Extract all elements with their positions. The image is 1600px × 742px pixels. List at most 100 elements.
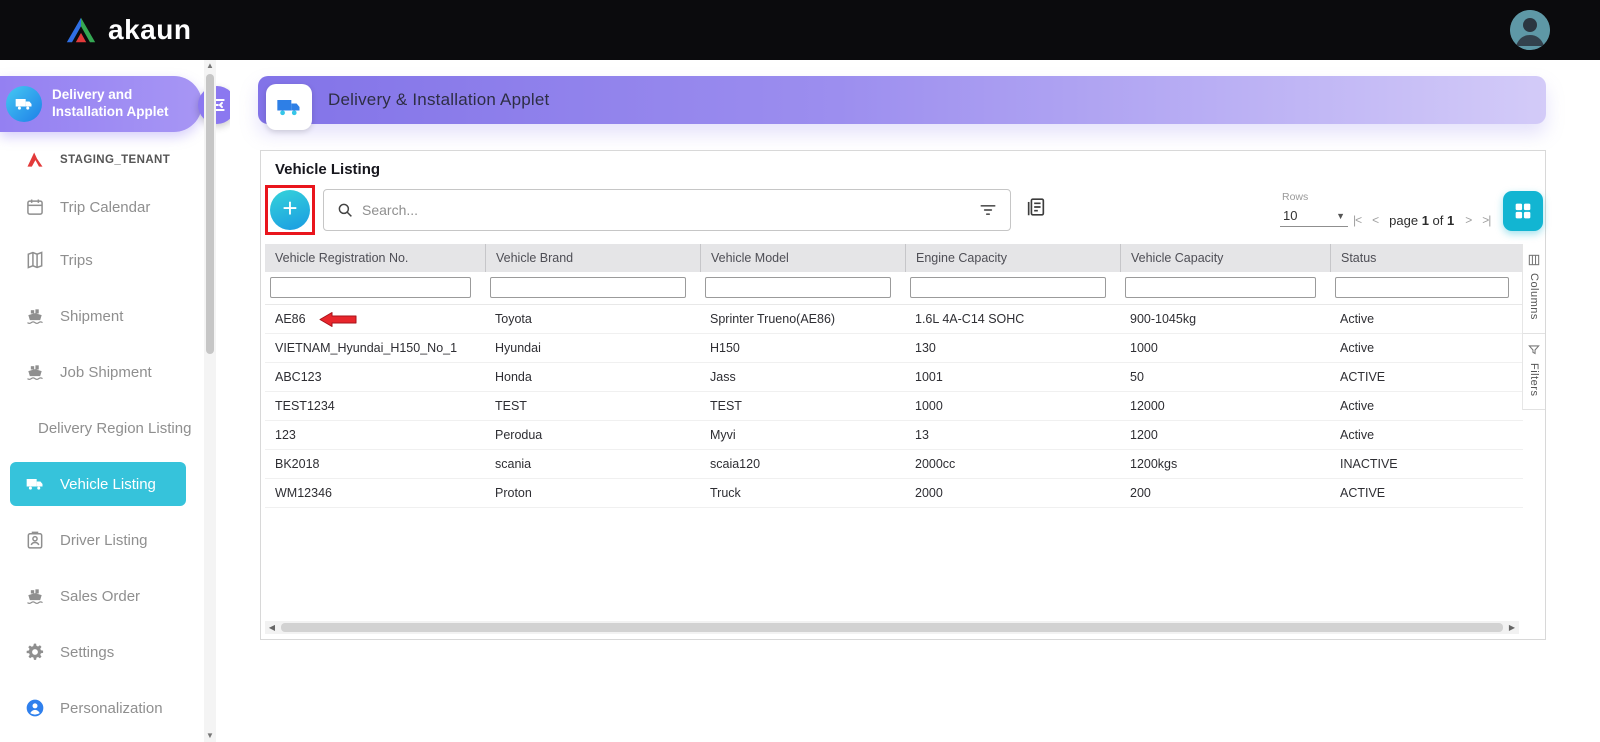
- main-content: Delivery & Installation Applet Vehicle L…: [230, 60, 1600, 742]
- sidebar-item-driver-listing[interactable]: Driver Listing: [0, 512, 204, 568]
- table-cell: AE86: [265, 305, 485, 333]
- filter-cell: [700, 272, 905, 304]
- table-cell: Jass: [700, 363, 905, 391]
- sidebar-nav: STAGING_TENANT Trip Calendar Trips: [0, 138, 204, 736]
- column-filter-input[interactable]: [910, 277, 1106, 298]
- column-header[interactable]: Vehicle Registration No.: [265, 244, 485, 272]
- scrollbar-thumb[interactable]: [206, 74, 214, 354]
- search-input[interactable]: [362, 202, 970, 218]
- table-side-tabs: Columns Filters: [1522, 244, 1545, 410]
- first-page-button[interactable]: |<: [1353, 213, 1361, 227]
- table-row[interactable]: ABC123HondaJass100150ACTIVE: [265, 363, 1523, 392]
- table-filter-row: [265, 272, 1523, 305]
- table-row[interactable]: VIETNAM_Hyundai_H150_No_1HyundaiH1501301…: [265, 334, 1523, 363]
- table-cell: WM12346: [265, 479, 485, 507]
- table-cell: Active: [1330, 305, 1523, 333]
- tenant-icon: [24, 150, 46, 170]
- person-circle-icon: [24, 698, 46, 718]
- sidebar-item-settings[interactable]: Settings: [0, 624, 204, 680]
- sidebar-item-trip-calendar[interactable]: Trip Calendar: [0, 182, 204, 232]
- table-body: AE86ToyotaSprinter Trueno(AE86)1.6L 4A-C…: [265, 305, 1523, 508]
- column-header[interactable]: Vehicle Capacity: [1120, 244, 1330, 272]
- grid-view-button[interactable]: [1503, 191, 1543, 231]
- prev-page-button[interactable]: <: [1372, 213, 1378, 227]
- column-filter-input[interactable]: [1335, 277, 1509, 298]
- sidebar-item-shipment[interactable]: Shipment: [0, 288, 204, 344]
- sidebar-item-label: Job Shipment: [60, 364, 152, 381]
- akaun-logo-icon: [64, 15, 98, 45]
- column-header[interactable]: Vehicle Brand: [485, 244, 700, 272]
- column-filter-input[interactable]: [490, 277, 686, 298]
- table-row[interactable]: BK2018scaniascaia1202000cc1200kgsINACTIV…: [265, 450, 1523, 479]
- sidebar-item-label: Trip Calendar: [60, 199, 150, 216]
- table-cell: H150: [700, 334, 905, 362]
- column-filter-input[interactable]: [1125, 277, 1316, 298]
- filters-tab-label: Filters: [1528, 363, 1540, 396]
- table-cell: scania: [485, 450, 700, 478]
- ship-icon: [24, 362, 46, 382]
- table-cell: 900-1045kg: [1120, 305, 1330, 333]
- sidebar-item-trips[interactable]: Trips: [0, 232, 204, 288]
- filter-lines-icon[interactable]: [978, 200, 998, 220]
- table-row[interactable]: TEST1234TESTTEST100012000Active: [265, 392, 1523, 421]
- sidebar-item-label: Personalization: [60, 700, 163, 717]
- sidebar-item-staging-tenant[interactable]: STAGING_TENANT: [0, 138, 204, 182]
- table-row[interactable]: 123PeroduaMyvi131200Active: [265, 421, 1523, 450]
- sidebar-item-personalization[interactable]: Personalization: [0, 680, 204, 736]
- column-header[interactable]: Status: [1330, 244, 1523, 272]
- calendar-icon: [24, 197, 46, 217]
- table-cell: 50: [1120, 363, 1330, 391]
- topbar: akaun: [0, 0, 1600, 60]
- last-page-button[interactable]: >|: [1482, 213, 1490, 227]
- table-cell: 1.6L 4A-C14 SOHC: [905, 305, 1120, 333]
- sidebar-scrollbar[interactable]: ▲ ▼: [204, 60, 216, 742]
- scrollbar-thumb[interactable]: [281, 623, 1503, 632]
- search-box: [323, 189, 1011, 231]
- applet-header[interactable]: Delivery and Installation Applet: [0, 76, 202, 132]
- sidebar-item-label: Driver Listing: [60, 532, 148, 549]
- next-page-button[interactable]: >: [1465, 213, 1471, 227]
- filters-tab[interactable]: Filters: [1523, 334, 1545, 410]
- table-cell: Active: [1330, 334, 1523, 362]
- sidebar-item-job-shipment[interactable]: Job Shipment: [0, 344, 204, 400]
- table-row[interactable]: AE86ToyotaSprinter Trueno(AE86)1.6L 4A-C…: [265, 305, 1523, 334]
- table-cell: 13: [905, 421, 1120, 449]
- pages-icon[interactable]: [1025, 196, 1047, 218]
- column-header[interactable]: Vehicle Model: [700, 244, 905, 272]
- table-cell: Active: [1330, 421, 1523, 449]
- sidebar-item-label: Shipment: [60, 308, 123, 325]
- sidebar-item-sales-order[interactable]: Sales Order: [0, 568, 204, 624]
- add-vehicle-button[interactable]: +: [270, 190, 310, 230]
- column-filter-input[interactable]: [705, 277, 891, 298]
- table-cell: 130: [905, 334, 1120, 362]
- horizontal-scrollbar[interactable]: ◀ ▶: [265, 621, 1519, 634]
- rows-per-page-select[interactable]: 10 ▼: [1280, 205, 1348, 227]
- table-header: Vehicle Registration No.Vehicle BrandVeh…: [265, 244, 1523, 272]
- scroll-down-icon[interactable]: ▼: [204, 730, 216, 742]
- scroll-up-icon[interactable]: ▲: [204, 60, 216, 72]
- table-cell: Proton: [485, 479, 700, 507]
- applet-banner: Delivery & Installation Applet: [258, 76, 1546, 124]
- scroll-left-icon[interactable]: ◀: [265, 623, 279, 632]
- table-cell: Truck: [700, 479, 905, 507]
- id-badge-icon: [24, 530, 46, 550]
- logo-text: akaun: [108, 14, 191, 46]
- table-cell: 1200kgs: [1120, 450, 1330, 478]
- annotation-red-arrow: [318, 311, 358, 328]
- table-row[interactable]: WM12346ProtonTruck2000200ACTIVE: [265, 479, 1523, 508]
- columns-tab[interactable]: Columns: [1523, 244, 1545, 334]
- table-cell: VIETNAM_Hyundai_H150_No_1: [265, 334, 485, 362]
- chevron-down-icon: ▼: [1336, 211, 1345, 221]
- table-cell: Honda: [485, 363, 700, 391]
- filter-cell: [485, 272, 700, 304]
- column-filter-input[interactable]: [270, 277, 471, 298]
- column-header[interactable]: Engine Capacity: [905, 244, 1120, 272]
- user-avatar[interactable]: [1510, 10, 1550, 50]
- sidebar-item-delivery-region-listing[interactable]: Delivery Region Listing: [0, 400, 204, 456]
- table-cell: 200: [1120, 479, 1330, 507]
- ship-icon: [24, 306, 46, 326]
- table-cell: 2000: [905, 479, 1120, 507]
- pagination: |< < page 1 of 1 > >|: [1353, 211, 1490, 229]
- sidebar-item-vehicle-listing[interactable]: Vehicle Listing: [10, 462, 186, 506]
- scroll-right-icon[interactable]: ▶: [1505, 623, 1519, 632]
